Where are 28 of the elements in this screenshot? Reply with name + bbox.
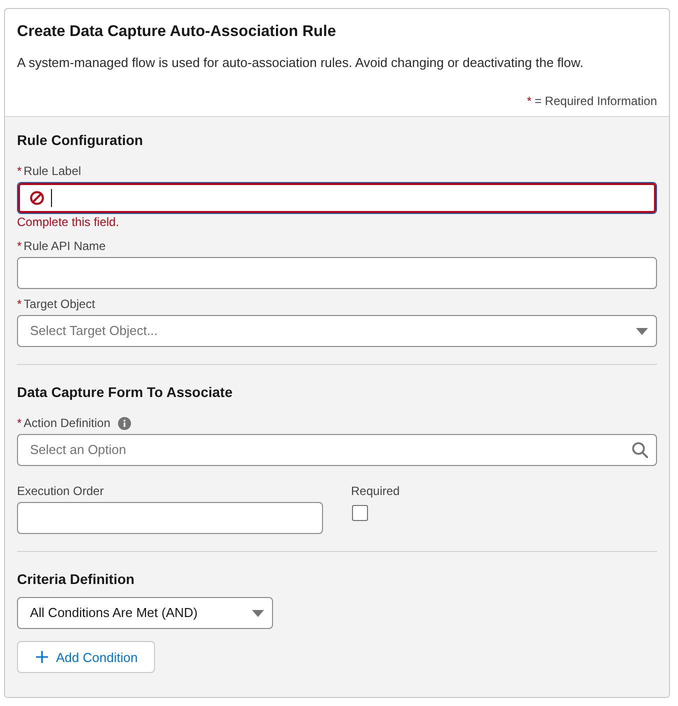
field-label: * Rule Label [17, 163, 82, 180]
checkbox[interactable] [352, 505, 368, 521]
text-cursor-icon [51, 189, 52, 207]
section-heading: Rule Configuration [17, 131, 144, 150]
plus-icon [36, 651, 48, 663]
caret-down-icon [252, 610, 264, 616]
section-heading: Criteria Definition [17, 570, 136, 589]
field-label: * Rule API Name [17, 238, 106, 255]
description-text: A system-managed flow is used for auto-association rules. Avoid changing or deactivating the flow. [17, 54, 584, 72]
search-icon [632, 442, 648, 458]
add-condition-button[interactable]: Add Condition [17, 641, 155, 673]
dialog-title: Create Data Capture Auto-Association Rule [17, 22, 337, 42]
error-message: Complete this field. [17, 214, 120, 231]
text-input-field[interactable] [17, 502, 323, 534]
required-asterisk: * [526, 93, 532, 109]
caret-down-icon [636, 328, 648, 334]
search-field[interactable]: Select an Option [17, 434, 657, 466]
section-heading: Data Capture Form To Associate [17, 383, 234, 402]
dropdown-field[interactable]: Select Target Object... [17, 315, 657, 347]
field-label: * Action Definition [17, 415, 110, 432]
error-icon [30, 191, 44, 205]
field-label: Execution Order [17, 483, 104, 500]
required-legend: = Required Information [534, 93, 657, 109]
field-label: * Target Object [17, 296, 96, 313]
dropdown-field[interactable]: All Conditions Are Met (AND) [17, 597, 273, 629]
text-input-field[interactable] [17, 182, 657, 214]
field-label: Required [351, 483, 400, 500]
text-input-field[interactable] [17, 257, 657, 289]
